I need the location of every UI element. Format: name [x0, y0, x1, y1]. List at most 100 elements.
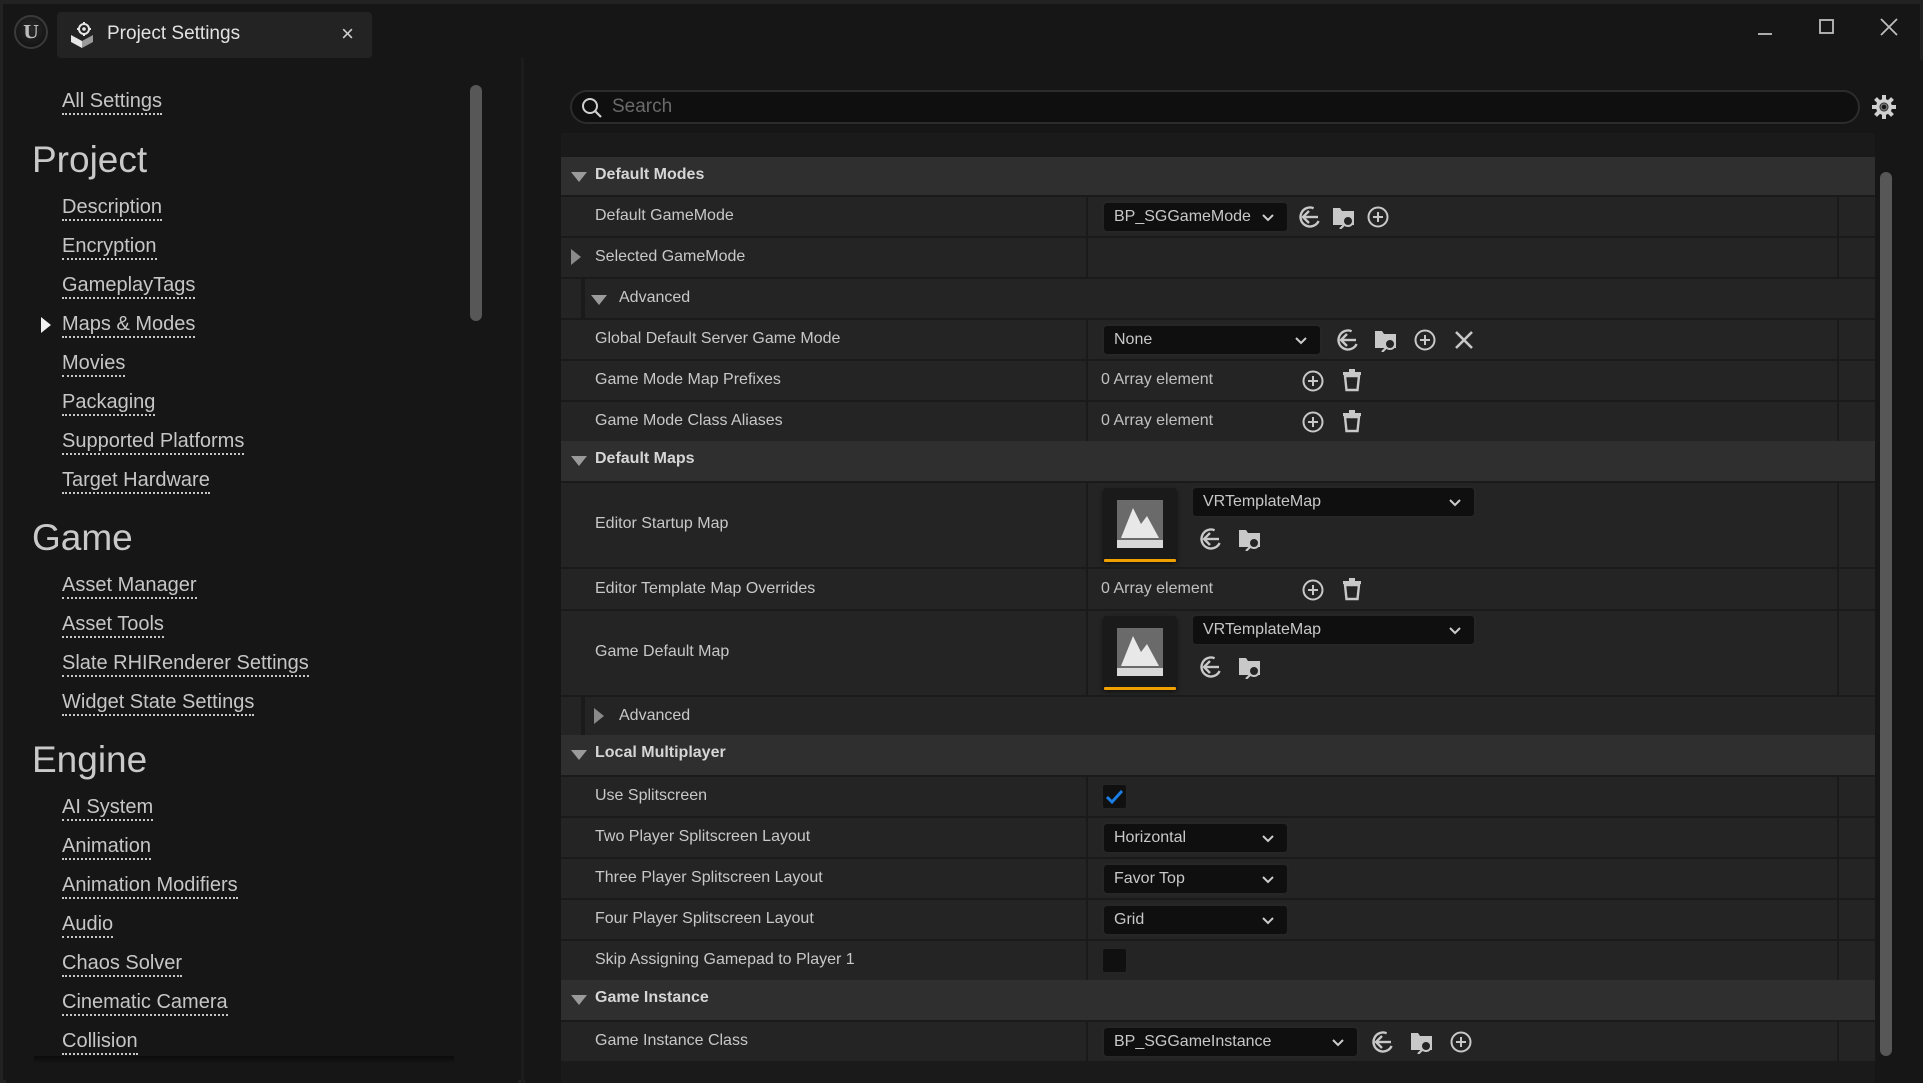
- column-separator: [1086, 361, 1088, 400]
- sidebar-scroll-shadow: [34, 1056, 454, 1064]
- add-circle-icon[interactable]: [1413, 328, 1437, 352]
- column-separator: [1837, 402, 1839, 441]
- add-element-icon[interactable]: [1301, 578, 1325, 602]
- tab-close-icon[interactable]: ×: [341, 21, 354, 47]
- sidebar-category-game: Game: [32, 517, 133, 558]
- unreal-logo-icon[interactable]: U: [14, 15, 48, 49]
- sidebar-item-collision[interactable]: Collision: [62, 1030, 138, 1055]
- browse-folder-icon[interactable]: [1238, 527, 1262, 551]
- game-instance-class-dropdown[interactable]: BP_SGGameInstance: [1102, 1026, 1359, 1058]
- sidebar-scrollbar[interactable]: [470, 85, 482, 321]
- clear-icon[interactable]: [1452, 328, 1476, 352]
- search-box[interactable]: [570, 90, 1860, 124]
- trash-icon[interactable]: [1340, 577, 1364, 601]
- column-separator: [1837, 238, 1839, 277]
- use-selected-icon[interactable]: [1199, 655, 1223, 679]
- sidebar-item-movies[interactable]: Movies: [62, 352, 126, 377]
- sidebar-item-cinematic-camera[interactable]: Cinematic Camera: [62, 991, 228, 1016]
- browse-folder-icon[interactable]: [1374, 328, 1398, 352]
- row-advanced-modes[interactable]: Advanced: [561, 277, 1875, 318]
- property-label: Editor Startup Map: [595, 515, 729, 532]
- map-asset-icon: [1117, 500, 1163, 548]
- property-label: Advanced: [619, 707, 691, 724]
- three-player-layout-dropdown[interactable]: Favor Top: [1102, 863, 1289, 895]
- trash-icon[interactable]: [1340, 409, 1364, 433]
- trash-icon[interactable]: [1340, 368, 1364, 392]
- column-separator: [1086, 197, 1088, 236]
- map-thumbnail[interactable]: [1103, 488, 1177, 562]
- gear-icon[interactable]: [1871, 94, 1897, 120]
- skip-gamepad-checkbox[interactable]: [1102, 948, 1127, 973]
- add-circle-icon[interactable]: [1366, 205, 1390, 229]
- browse-folder-icon[interactable]: [1332, 205, 1356, 229]
- sidebar-item-maps-modes[interactable]: Maps & Modes: [62, 313, 196, 338]
- panel-splitter[interactable]: [521, 58, 524, 1083]
- dropdown-value: Horizontal: [1114, 829, 1187, 846]
- use-splitscreen-checkbox[interactable]: [1102, 784, 1127, 809]
- dropdown-value: VRTemplateMap: [1203, 493, 1321, 510]
- sidebar-all-settings[interactable]: All Settings: [62, 90, 163, 115]
- sidebar-item-encryption[interactable]: Encryption: [62, 235, 157, 260]
- map-thumbnail[interactable]: [1103, 616, 1177, 690]
- use-selected-icon[interactable]: [1199, 527, 1223, 551]
- minimize-button[interactable]: [1743, 12, 1787, 42]
- sidebar-item-target-hardware[interactable]: Target Hardware: [62, 469, 210, 494]
- two-player-layout-dropdown[interactable]: Horizontal: [1102, 822, 1289, 854]
- section-game-instance[interactable]: Game Instance: [561, 980, 1875, 1020]
- sidebar-item-supported-platforms[interactable]: Supported Platforms: [62, 430, 245, 455]
- close-button[interactable]: [1867, 12, 1911, 42]
- search-input[interactable]: [612, 94, 1832, 120]
- sidebar-item-gameplaytags[interactable]: GameplayTags: [62, 274, 196, 299]
- default-gamemode-dropdown[interactable]: BP_SGGameMode: [1102, 201, 1289, 233]
- section-default-maps[interactable]: Default Maps: [561, 441, 1875, 481]
- expand-arrow-icon[interactable]: [571, 249, 581, 265]
- details-scrollbar[interactable]: [1880, 172, 1892, 1056]
- column-separator: [1086, 859, 1088, 898]
- use-selected-icon[interactable]: [1336, 328, 1360, 352]
- title-bar: U Project Settings ×: [3, 4, 1920, 60]
- add-circle-icon[interactable]: [1449, 1030, 1473, 1054]
- sidebar-item-slate-rhirenderer-settings[interactable]: Slate RHIRenderer Settings: [62, 652, 309, 677]
- column-separator: [1837, 1022, 1839, 1061]
- sidebar-item-packaging[interactable]: Packaging: [62, 391, 156, 416]
- array-count: 0 Array element: [1101, 412, 1214, 429]
- maximize-button[interactable]: [1805, 12, 1849, 42]
- asset-type-underline: [1104, 559, 1176, 562]
- property-label: Advanced: [619, 289, 691, 306]
- sidebar-item-animation[interactable]: Animation: [62, 835, 151, 860]
- expand-arrow-icon[interactable]: [594, 708, 604, 724]
- column-separator: [1837, 197, 1839, 236]
- editor-startup-map-dropdown[interactable]: VRTemplateMap: [1191, 486, 1476, 518]
- sidebar-item-asset-tools[interactable]: Asset Tools: [62, 613, 164, 638]
- use-selected-icon[interactable]: [1371, 1030, 1395, 1054]
- column-separator: [1837, 818, 1839, 857]
- add-element-icon[interactable]: [1301, 369, 1325, 393]
- use-selected-icon[interactable]: [1298, 205, 1322, 229]
- global-default-server-game-mode-dropdown[interactable]: None: [1102, 324, 1322, 356]
- sidebar-item-description[interactable]: Description: [62, 196, 163, 221]
- sidebar-item-widget-state-settings[interactable]: Widget State Settings: [62, 691, 255, 716]
- four-player-layout-dropdown[interactable]: Grid: [1102, 904, 1289, 936]
- row-game-mode-class-aliases: Game Mode Class Aliases 0 Array element: [561, 400, 1875, 441]
- sidebar-item-animation-modifiers[interactable]: Animation Modifiers: [62, 874, 238, 899]
- sidebar-item-chaos-solver[interactable]: Chaos Solver: [62, 952, 183, 977]
- collapse-arrow-icon: [571, 172, 587, 182]
- details-panel: Default Modes Default GameMode BP_SGGame…: [525, 60, 1923, 1083]
- column-separator: [1086, 320, 1088, 359]
- section-default-modes[interactable]: Default Modes: [561, 157, 1875, 195]
- row-selected-gamemode[interactable]: Selected GameMode: [561, 236, 1875, 277]
- tab-project-settings[interactable]: Project Settings ×: [57, 12, 372, 58]
- add-element-icon[interactable]: [1301, 410, 1325, 434]
- game-default-map-dropdown[interactable]: VRTemplateMap: [1191, 614, 1476, 646]
- section-local-multiplayer[interactable]: Local Multiplayer: [561, 735, 1875, 775]
- chevron-down-icon: [1262, 917, 1274, 925]
- browse-folder-icon[interactable]: [1238, 655, 1262, 679]
- row-advanced-maps[interactable]: Advanced: [561, 695, 1875, 735]
- sidebar-item-asset-manager[interactable]: Asset Manager: [62, 574, 197, 599]
- sidebar-item-ai-system[interactable]: AI System: [62, 796, 154, 821]
- row-game-instance-class: Game Instance Class BP_SGGameInstance: [561, 1020, 1875, 1061]
- browse-folder-icon[interactable]: [1410, 1030, 1434, 1054]
- collapse-arrow-icon[interactable]: [591, 295, 607, 305]
- sidebar-item-audio[interactable]: Audio: [62, 913, 114, 938]
- chevron-down-icon: [1262, 214, 1274, 222]
